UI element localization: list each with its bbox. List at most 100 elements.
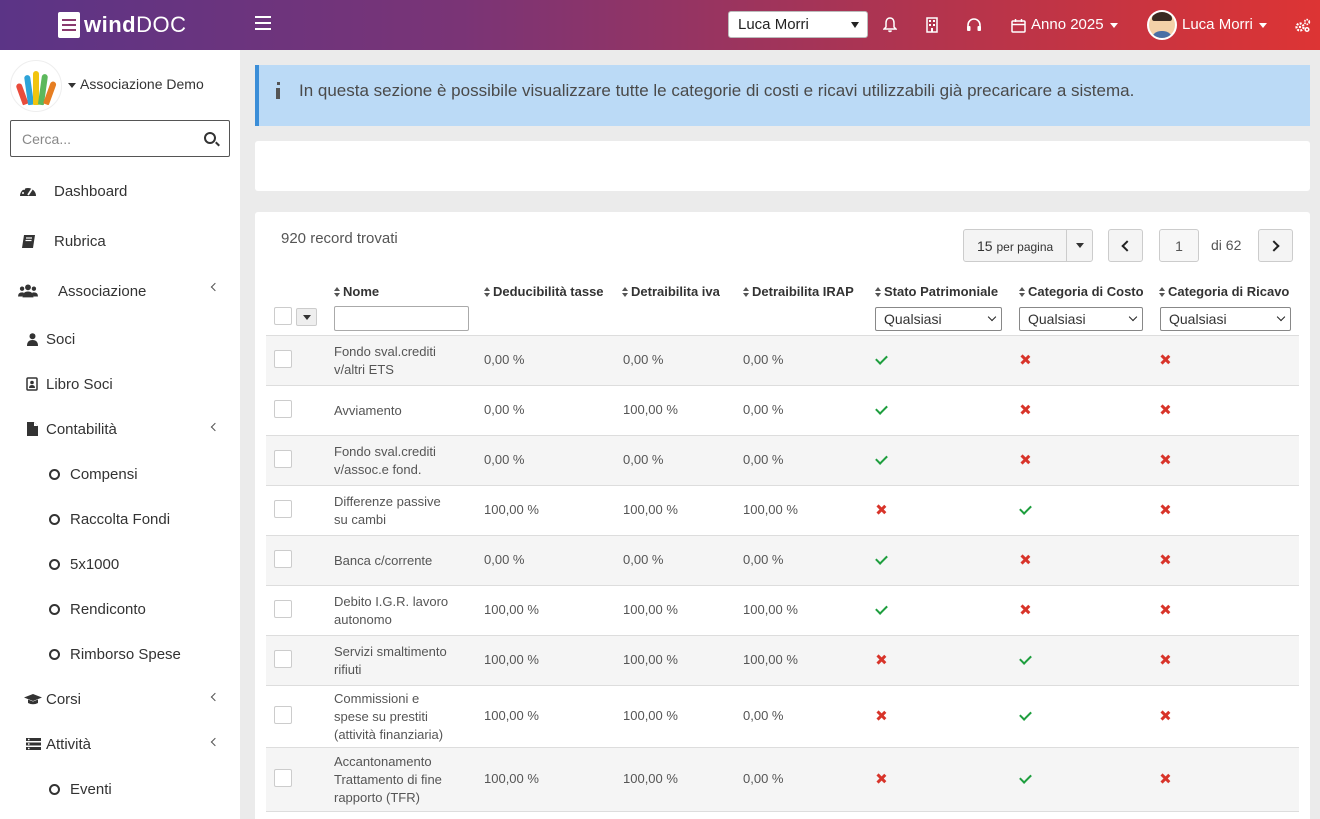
row-checkbox[interactable] — [274, 706, 292, 724]
row-checkbox[interactable] — [274, 350, 292, 368]
address-book-icon — [22, 375, 42, 393]
calendar-icon — [1008, 14, 1028, 36]
sidebar-item-rubrica[interactable]: Rubrica — [0, 221, 240, 261]
book-icon — [18, 232, 38, 250]
column-header-deducibilita[interactable]: Deducibilità tasse — [484, 284, 604, 299]
sidebar-item-label: Soci — [46, 330, 76, 348]
bulk-actions-dropdown[interactable] — [296, 308, 317, 326]
check-icon — [1019, 708, 1032, 721]
cell-detraibilita-iva: 100,00 % — [623, 708, 678, 723]
cell-deducibilita: 100,00 % — [484, 502, 539, 517]
column-header-categoria-ricavo[interactable]: Categoria di Ricavo — [1159, 284, 1289, 299]
select-all-checkbox[interactable] — [274, 307, 292, 325]
caret-down-icon[interactable] — [1066, 230, 1092, 261]
sidebar-item-label: Compensi — [70, 465, 138, 483]
caret-down-icon — [1258, 22, 1267, 28]
building-icon[interactable] — [922, 14, 942, 36]
sidebar-item-contabilita[interactable]: Contabilità — [0, 409, 240, 449]
sidebar-item-compensi[interactable]: Compensi — [0, 454, 240, 494]
cross-icon — [1160, 555, 1170, 565]
categoria-costo-filter[interactable]: Qualsiasi — [1019, 307, 1143, 331]
per-page-select[interactable]: 15 per pagina — [963, 229, 1093, 262]
search-icon[interactable] — [204, 132, 216, 144]
table-row[interactable]: Commissioni e spese su prestiti (attivit… — [266, 686, 1299, 748]
row-checkbox[interactable] — [274, 769, 292, 787]
cell-detraibilita-irap: 0,00 % — [743, 452, 784, 467]
user-menu[interactable]: Luca Morri — [1182, 16, 1267, 33]
cell-detraibilita-iva: 0,00 % — [623, 452, 664, 467]
column-header-detraibilita-iva[interactable]: Detraibilita iva — [622, 284, 720, 299]
cross-icon — [1020, 455, 1030, 465]
logo-text: windDOC — [84, 12, 187, 37]
table-row[interactable]: Debito I.G.R. lavoro autonomo 100,00 % 100… — [266, 586, 1299, 636]
sidebar-item-rimborso-spese[interactable]: Rimborso Spese — [0, 634, 240, 674]
sidebar-item-dashboard[interactable]: Dashboard — [0, 171, 240, 211]
name-filter-input[interactable] — [334, 306, 469, 331]
table-row[interactable]: Banca c/corrente 0,00 % 0,00 % 0,00 % — [266, 536, 1299, 586]
column-header-categoria-costo[interactable]: Categoria di Costo — [1019, 284, 1144, 299]
sidebar-item-5x1000[interactable]: 5x1000 — [0, 544, 240, 584]
cell-detraibilita-iva: 100,00 % — [623, 502, 678, 517]
row-checkbox[interactable] — [274, 500, 292, 518]
sidebar-item-corsi[interactable]: Corsi — [0, 679, 240, 719]
table-row[interactable]: Differenze passive su cambi 100,00 % 100,0… — [266, 486, 1299, 536]
stato-patrimoniale-filter[interactable]: Qualsiasi — [875, 307, 1002, 331]
cell-deducibilita: 100,00 % — [484, 771, 539, 786]
table-row[interactable]: Fondo sval.crediti v/assoc.e fond. 0,00 %… — [266, 436, 1299, 486]
headset-icon[interactable] — [964, 14, 984, 36]
sidebar-item-raccolta-fondi[interactable]: Raccolta Fondi — [0, 499, 240, 539]
chevron-left-icon — [210, 737, 220, 747]
avatar[interactable] — [1147, 10, 1177, 40]
app-logo[interactable]: windDOC — [58, 10, 187, 40]
check-icon — [875, 602, 888, 615]
chevron-left-icon — [210, 692, 220, 702]
cell-deducibilita: 100,00 % — [484, 602, 539, 617]
organization-selector[interactable]: Associazione Demo — [68, 76, 204, 92]
cross-icon — [876, 774, 886, 784]
cell-detraibilita-iva: 100,00 % — [623, 652, 678, 667]
cogs-icon[interactable] — [1292, 14, 1312, 36]
cell-deducibilita: 0,00 % — [484, 552, 525, 567]
row-checkbox[interactable] — [274, 450, 292, 468]
sidebar-item-libro-soci[interactable]: Libro Soci — [0, 364, 240, 404]
sidebar-item-rendiconto[interactable]: Rendiconto — [0, 589, 240, 629]
sidebar-item-attivita[interactable]: Attività — [0, 724, 240, 764]
search-input[interactable] — [11, 121, 191, 156]
column-header-stato-patrimoniale[interactable]: Stato Patrimoniale — [875, 284, 998, 299]
sidebar-item-eventi[interactable]: Eventi — [0, 769, 240, 809]
row-checkbox[interactable] — [274, 650, 292, 668]
table-row[interactable]: Avviamento 0,00 % 100,00 % 0,00 % — [266, 386, 1299, 436]
prev-page-button[interactable] — [1108, 229, 1143, 262]
cell-nome: Avviamento — [334, 403, 402, 418]
cell-detraibilita-irap: 0,00 % — [743, 352, 784, 367]
user-icon — [22, 330, 42, 348]
cell-detraibilita-iva: 100,00 % — [623, 402, 678, 417]
info-callout: In questa sezione è possibile visualizza… — [255, 65, 1310, 126]
row-checkbox[interactable] — [274, 400, 292, 418]
column-header-nome[interactable]: Nome — [334, 284, 379, 299]
sidebar-item-soci[interactable]: Soci — [0, 319, 240, 359]
row-checkbox[interactable] — [274, 550, 292, 568]
row-checkbox[interactable] — [274, 600, 292, 618]
sort-icon — [622, 287, 629, 297]
table-row[interactable]: Accantonamento Trattamento di fine rappo… — [266, 748, 1299, 812]
cell-detraibilita-iva: 0,00 % — [623, 552, 664, 567]
chevron-down-icon — [1276, 312, 1286, 322]
categoria-ricavo-filter[interactable]: Qualsiasi — [1160, 307, 1291, 331]
bell-icon[interactable] — [880, 14, 900, 36]
user-select[interactable]: Luca Morri — [728, 11, 868, 38]
year-selector[interactable]: Anno 2025 — [1031, 16, 1118, 33]
cross-icon — [876, 655, 886, 665]
next-page-button[interactable] — [1258, 229, 1293, 262]
table-row[interactable]: Fondo sval.crediti v/altri ETS 0,00 % 0,00… — [266, 336, 1299, 386]
records-count: 920 record trovati — [281, 230, 398, 247]
menu-icon[interactable] — [255, 16, 271, 30]
sidebar-item-associazione[interactable]: Associazione — [0, 271, 240, 311]
cell-nome: Differenze passive su cambi — [334, 494, 441, 527]
cross-icon — [1020, 605, 1030, 615]
cross-icon — [1160, 774, 1170, 784]
sort-icon — [1019, 287, 1026, 297]
table-row[interactable]: Servizi smaltimento rifiuti 100,00 % 100,0… — [266, 636, 1299, 686]
column-header-detraibilita-irap[interactable]: Detraibilita IRAP — [743, 284, 854, 299]
page-number-input[interactable] — [1159, 229, 1199, 262]
